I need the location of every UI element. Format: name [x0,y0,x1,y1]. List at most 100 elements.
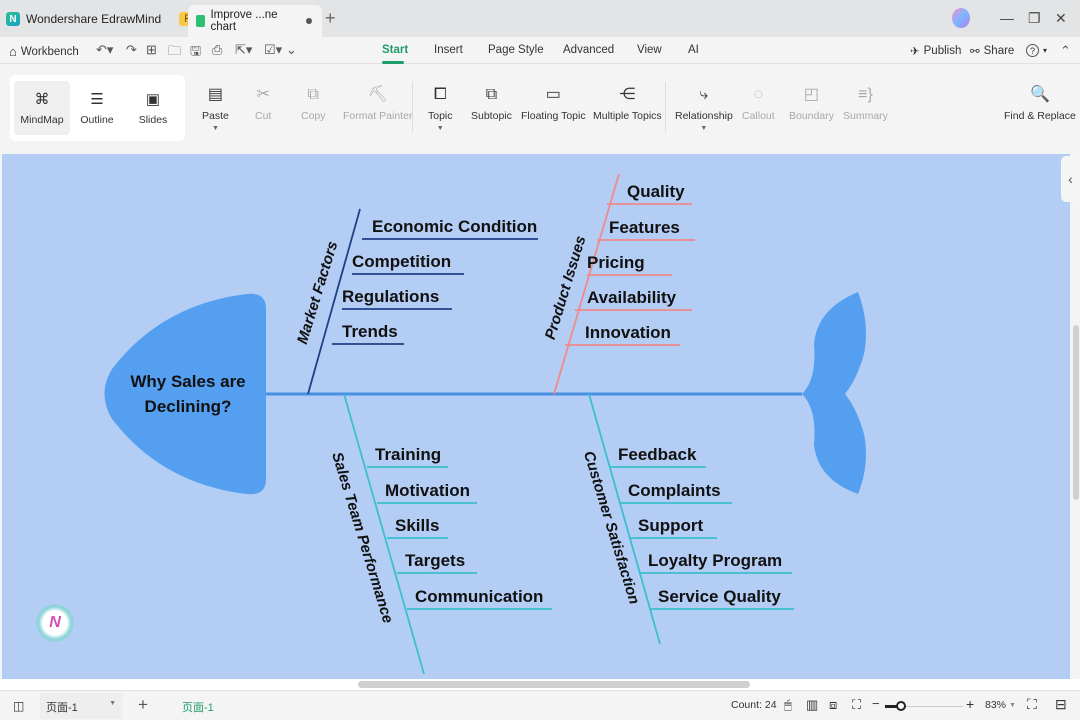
relationship-button[interactable]: ⤷ Relationship ▼ [675,84,733,132]
paste-dropdown-icon[interactable]: ▼ [212,125,219,132]
fish-head [104,293,266,495]
add-page-button[interactable]: + [138,695,148,715]
app-tab[interactable]: N Wondershare EdrawMind Pro [6,6,207,32]
redo-icon[interactable]: ↷ [126,42,137,58]
multiple-topics-icon: ⋲ [619,86,636,103]
callout-button[interactable]: ◌ Callout [742,84,775,122]
floating-topic-button[interactable]: ▭ Floating Topic [521,84,586,122]
boundary-label: Boundary [789,110,834,122]
undo-icon[interactable]: ↶▾ [96,42,113,58]
collapse-panel-icon[interactable]: ⊟ [1055,696,1067,713]
close-button[interactable]: ✕ [1055,10,1067,27]
new-file-icon[interactable]: ⊞ [146,42,157,58]
tab-start[interactable]: Start [382,44,408,56]
topic-button[interactable]: ⧠ Topic ▼ [428,84,453,132]
topic-dropdown-icon[interactable]: ▼ [437,125,444,132]
fullscreen-icon[interactable]: ⛶ [1027,696,1037,713]
outline-view-button[interactable]: ☰ Outline [69,81,125,135]
zoom-in-button[interactable]: + [966,696,974,712]
mindmap-view-button[interactable]: ⌘ MindMap [14,81,70,135]
summary-icon: ≡} [858,86,873,103]
boundary-icon: ◰ [803,86,820,103]
collapse-ribbon-icon[interactable]: ⌃ [1060,43,1071,59]
topic-icon: ⧠ [433,86,447,103]
page-panel-icon[interactable]: ◫ [13,699,24,713]
copy-icon: ⧉ [307,86,319,103]
subtopic-button[interactable]: ⧉ Subtopic [471,84,512,122]
format-painter-button[interactable]: ⛏ Format Painter [343,84,412,122]
user-avatar[interactable] [952,8,970,28]
multiple-topics-button[interactable]: ⋲ Multiple Topics [593,84,662,122]
workbench-button[interactable]: ⌂ Workbench [9,44,79,59]
find-replace-button[interactable]: 🔍 Find & Replace [1004,84,1076,122]
page-tab-active[interactable]: 页面-1 [182,699,214,715]
publish-label: Publish [923,45,962,57]
cause-label: Availability [587,288,677,307]
open-folder-icon[interactable]: 🗀 [168,42,181,64]
zoom-slider-handle[interactable] [895,701,906,711]
outline-label: Outline [80,114,114,126]
zoom-dropdown-icon[interactable]: ▼ [1009,702,1016,709]
topic-label: Topic [428,110,453,122]
cause-label: Competition [352,252,451,271]
slides-icon: ▣ [145,91,161,108]
zoom-level[interactable]: 83% [985,699,1006,711]
category-label: Product Issues [542,234,590,342]
cause-label: Service Quality [658,587,781,606]
document-tab[interactable]: Improve ...ne chart [188,5,322,37]
floating-topic-icon: ▭ [545,86,561,103]
zoom-out-button[interactable]: − [872,696,880,711]
tab-advanced[interactable]: Advanced [563,44,614,56]
minimize-button[interactable]: — [1000,10,1014,26]
export-icon[interactable]: ⇱▾ [235,42,252,58]
cut-label: Cut [255,110,272,122]
summary-button[interactable]: ≡} Summary [843,84,888,122]
document-tab-title: Improve ...ne chart [210,9,278,33]
copy-button[interactable]: ⧉ Copy [301,84,326,122]
fit-page-icon[interactable]: ⧈ [829,697,837,713]
tab-insert[interactable]: Insert [434,44,463,56]
boundary-button[interactable]: ◰ Boundary [789,84,834,122]
paste-icon: ▤ [207,86,223,103]
status-bar: ◫ 页面-1 ▼ + 页面-1 Count: 24 🖱 ▥ ⧈ ⛶ − + 83… [0,690,1080,720]
cause-label: Regulations [342,287,439,306]
slides-view-button[interactable]: ▣ Slides [125,81,181,135]
ribbon-divider [412,82,413,132]
columns-view-icon[interactable]: ▥ [806,697,818,713]
cause-label: Loyalty Program [648,551,782,570]
publish-button[interactable]: ✈ Publish [910,44,961,58]
pan-mode-icon[interactable]: 🖱 [784,697,792,713]
callout-icon: ◌ [753,86,764,103]
subtopic-label: Subtopic [471,110,512,122]
new-tab-button[interactable]: + [325,8,336,29]
find-replace-label: Find & Replace [1004,110,1076,122]
horizontal-scrollbar[interactable] [358,681,750,688]
fishbone-diagram: Why Sales are Declining? Market Factors Eco… [104,173,866,675]
print-icon[interactable]: ⎙ [212,42,222,58]
unsaved-dot-icon[interactable] [306,18,312,24]
help-button[interactable]: ? ▾ [1026,44,1047,57]
restore-button[interactable]: ❐ [1028,10,1041,27]
cause-label: Targets [405,551,465,570]
page-select[interactable]: 页面-1 ▼ [40,693,122,719]
side-panel-toggle-icon[interactable]: ‹ [1061,156,1080,202]
tab-view[interactable]: View [637,44,662,56]
ai-assistant-button[interactable]: N [36,604,74,642]
tab-page-style[interactable]: Page Style [488,44,544,56]
tab-ai[interactable]: AI [688,44,699,56]
home-icon: ⌂ [9,44,17,59]
vertical-scrollbar[interactable] [1073,325,1079,500]
paste-label: Paste [202,110,229,122]
diagram-canvas[interactable]: Why Sales are Declining? Market Factors Eco… [2,154,1070,679]
document-icon [196,15,206,27]
more-chevron-icon[interactable]: ⌄ [286,42,297,58]
checklist-icon[interactable]: ☑▾ [264,42,282,58]
paste-button[interactable]: ▤ Paste ▼ [202,84,229,132]
workbench-label: Workbench [20,45,79,58]
share-button[interactable]: ⚯ Share [970,44,1014,58]
save-icon[interactable]: 🖫 [190,42,201,64]
relationship-dropdown-icon[interactable]: ▼ [700,125,707,132]
cause-label: Motivation [385,481,470,500]
fit-width-icon[interactable]: ⛶ [852,697,861,713]
cut-button[interactable]: ✂ Cut [255,84,271,122]
